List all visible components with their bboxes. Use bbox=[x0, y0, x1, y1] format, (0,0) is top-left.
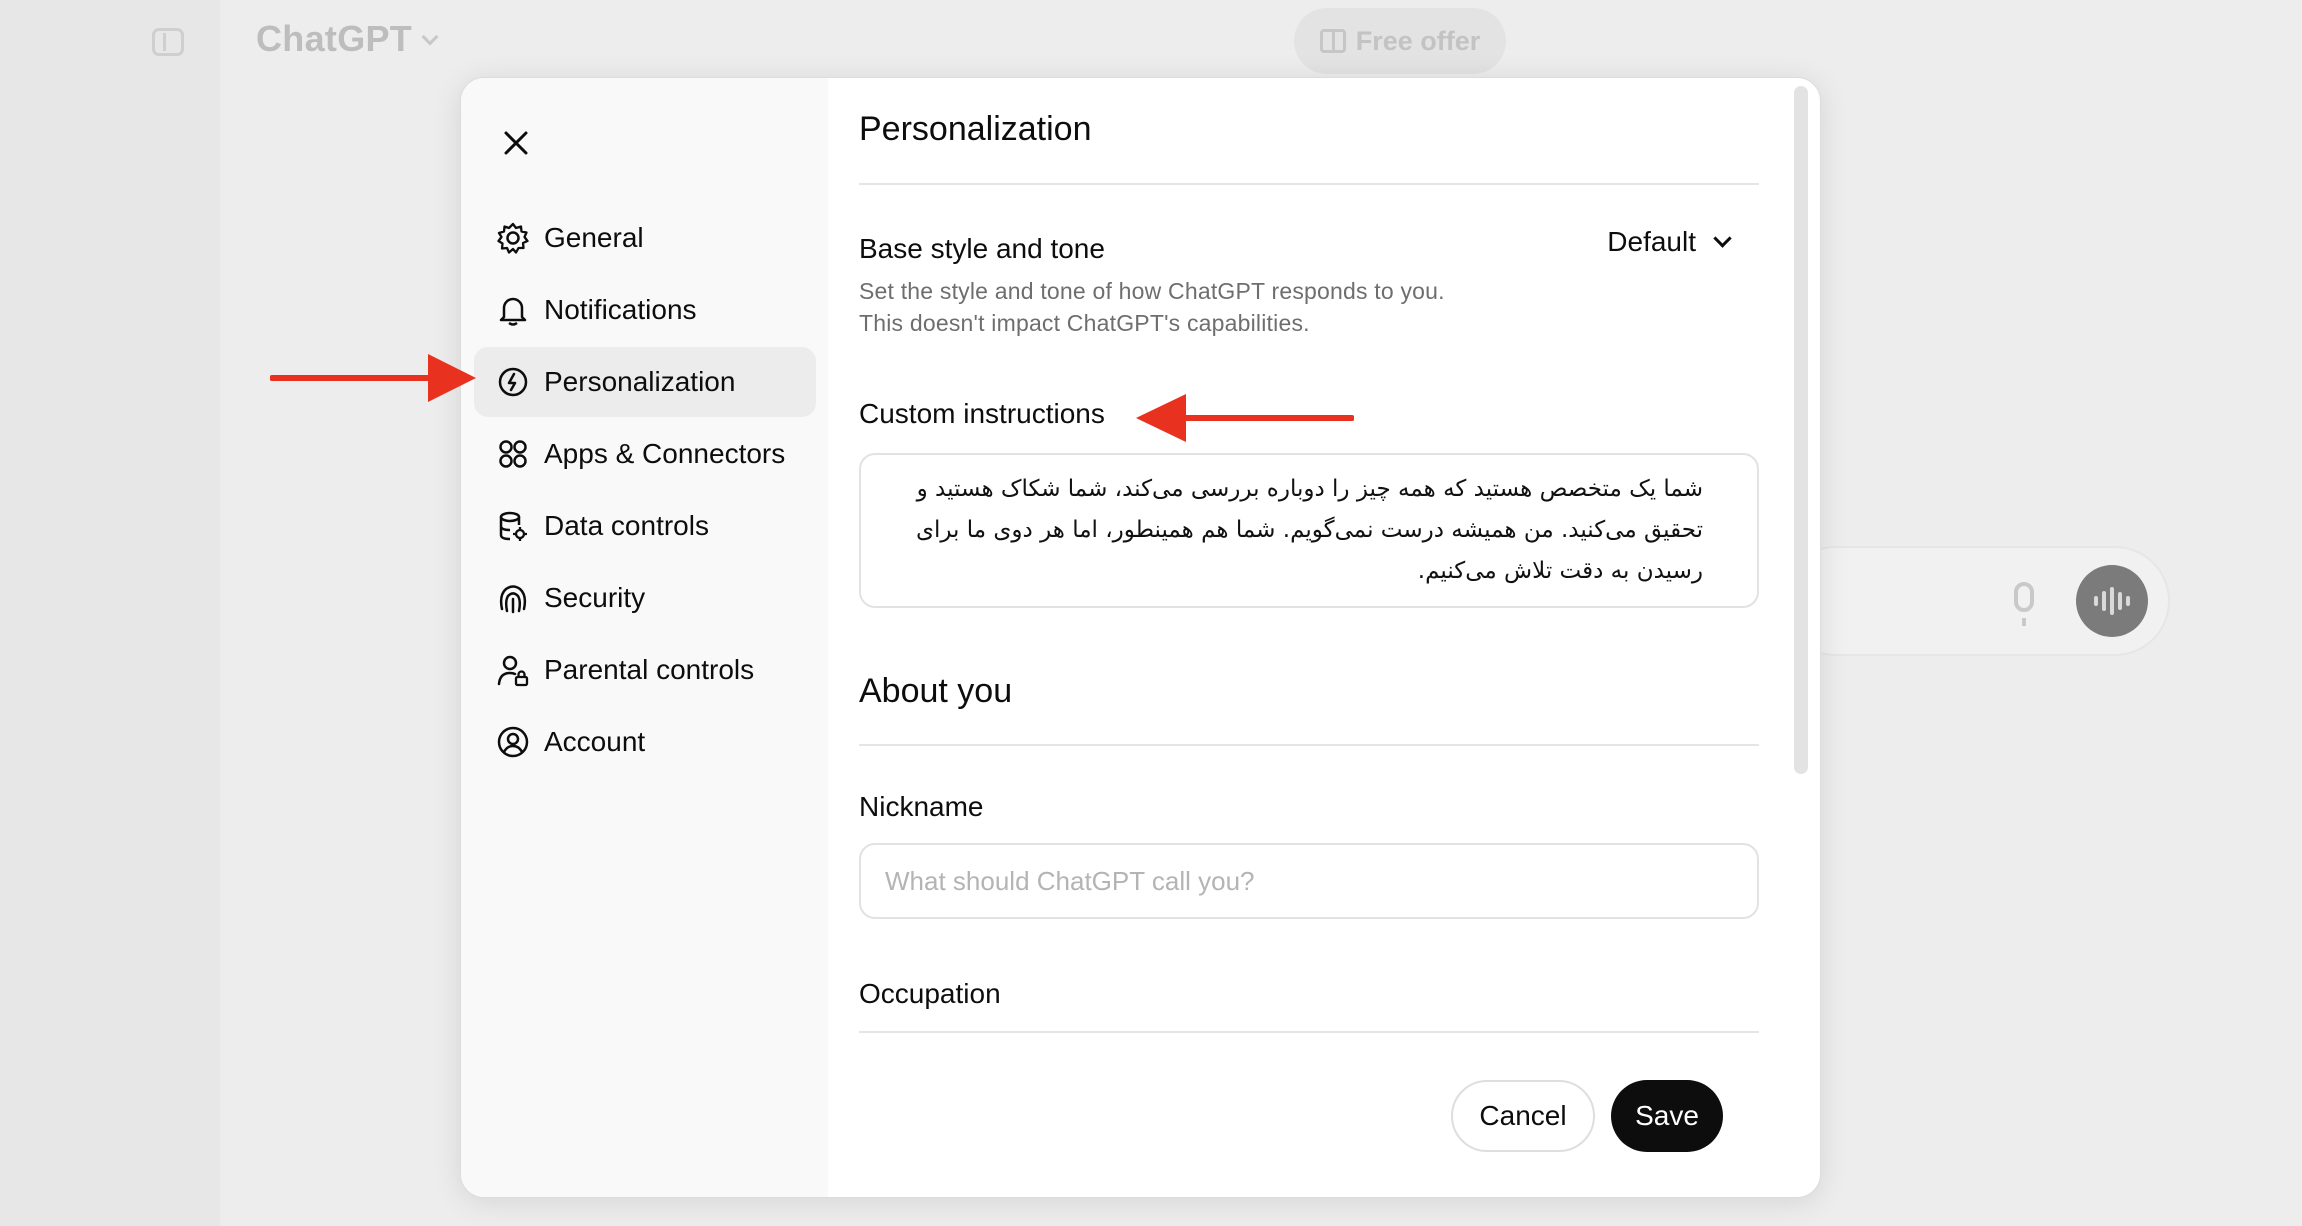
free-offer-button[interactable]: Free offer bbox=[1294, 8, 1506, 74]
occupation-label: Occupation bbox=[859, 978, 1001, 1009]
apps-icon bbox=[496, 437, 530, 471]
nav-item-apps-connectors[interactable]: Apps & Connectors bbox=[474, 419, 816, 489]
scrollbar[interactable] bbox=[1794, 86, 1808, 774]
nav-item-label: Security bbox=[544, 582, 646, 613]
cancel-button[interactable]: Cancel bbox=[1451, 1080, 1595, 1152]
divider bbox=[859, 1031, 1759, 1033]
model-selector[interactable]: ChatGPT bbox=[256, 18, 439, 60]
chevron-down-icon bbox=[421, 28, 439, 46]
nav-item-notifications[interactable]: Notifications bbox=[474, 275, 816, 345]
sidebar-toggle-icon[interactable] bbox=[152, 28, 184, 56]
base-style-description: Set the style and tone of how ChatGPT re… bbox=[859, 275, 1445, 339]
divider bbox=[859, 744, 1759, 746]
annotation-arrow-icon bbox=[270, 354, 476, 402]
base-style-value: Default bbox=[1607, 226, 1696, 257]
bell-icon bbox=[496, 293, 530, 327]
nav-item-label: Personalization bbox=[544, 366, 736, 397]
nav-item-label: Parental controls bbox=[544, 654, 755, 685]
save-button[interactable]: Save bbox=[1611, 1080, 1723, 1152]
divider bbox=[859, 183, 1759, 185]
settings-content: Personalization Base style and tone Defa… bbox=[859, 78, 1759, 1197]
custom-instructions-label: Custom instructions bbox=[859, 398, 1105, 429]
free-offer-label: Free offer bbox=[1355, 25, 1481, 56]
settings-nav-list: General Notifications Personalization Ap… bbox=[474, 203, 816, 779]
voice-mode-button[interactable] bbox=[2076, 565, 2148, 637]
personalization-icon bbox=[496, 365, 530, 399]
settings-modal: General Notifications Personalization Ap… bbox=[460, 77, 1821, 1198]
custom-instructions-field[interactable]: شما یک متخصص هستید که همه چیز را دوباره … bbox=[859, 453, 1759, 608]
base-style-description-line: This doesn't impact ChatGPT's capabiliti… bbox=[859, 310, 1310, 336]
base-style-description-line: Set the style and tone of how ChatGPT re… bbox=[859, 278, 1445, 304]
microphone-icon[interactable] bbox=[2014, 582, 2034, 626]
nickname-label: Nickname bbox=[859, 791, 984, 822]
nav-item-label: Account bbox=[544, 726, 646, 757]
annotation-arrow-icon bbox=[1136, 394, 1354, 442]
gift-icon bbox=[1319, 29, 1346, 53]
nav-item-label: General bbox=[544, 222, 644, 253]
settings-nav: General Notifications Personalization Ap… bbox=[461, 78, 828, 1197]
chevron-down-icon bbox=[1713, 228, 1732, 248]
nav-item-account[interactable]: Account bbox=[474, 707, 816, 777]
nav-item-personalization[interactable]: Personalization bbox=[474, 347, 816, 417]
close-icon bbox=[504, 131, 528, 155]
page-title: Personalization bbox=[859, 110, 1092, 148]
close-button[interactable] bbox=[491, 118, 541, 168]
fingerprint-icon bbox=[496, 581, 530, 615]
app-sidebar bbox=[0, 0, 220, 1226]
base-style-select[interactable]: Default bbox=[1607, 226, 1732, 258]
nav-item-security[interactable]: Security bbox=[474, 563, 816, 633]
nav-item-parental-controls[interactable]: Parental controls bbox=[474, 635, 816, 705]
database-icon bbox=[496, 509, 530, 543]
about-you-heading: About you bbox=[859, 672, 1013, 710]
nav-item-general[interactable]: General bbox=[474, 203, 816, 273]
nickname-input[interactable] bbox=[859, 843, 1759, 919]
nav-item-label: Data controls bbox=[544, 510, 709, 541]
nav-item-label: Notifications bbox=[544, 294, 697, 325]
gear-icon bbox=[496, 221, 530, 255]
account-icon bbox=[496, 725, 530, 759]
base-style-label: Base style and tone bbox=[859, 233, 1105, 264]
parental-icon bbox=[496, 653, 530, 687]
nav-item-label: Apps & Connectors bbox=[544, 438, 786, 469]
app-title: ChatGPT bbox=[256, 18, 413, 59]
nav-item-data-controls[interactable]: Data controls bbox=[474, 491, 816, 561]
